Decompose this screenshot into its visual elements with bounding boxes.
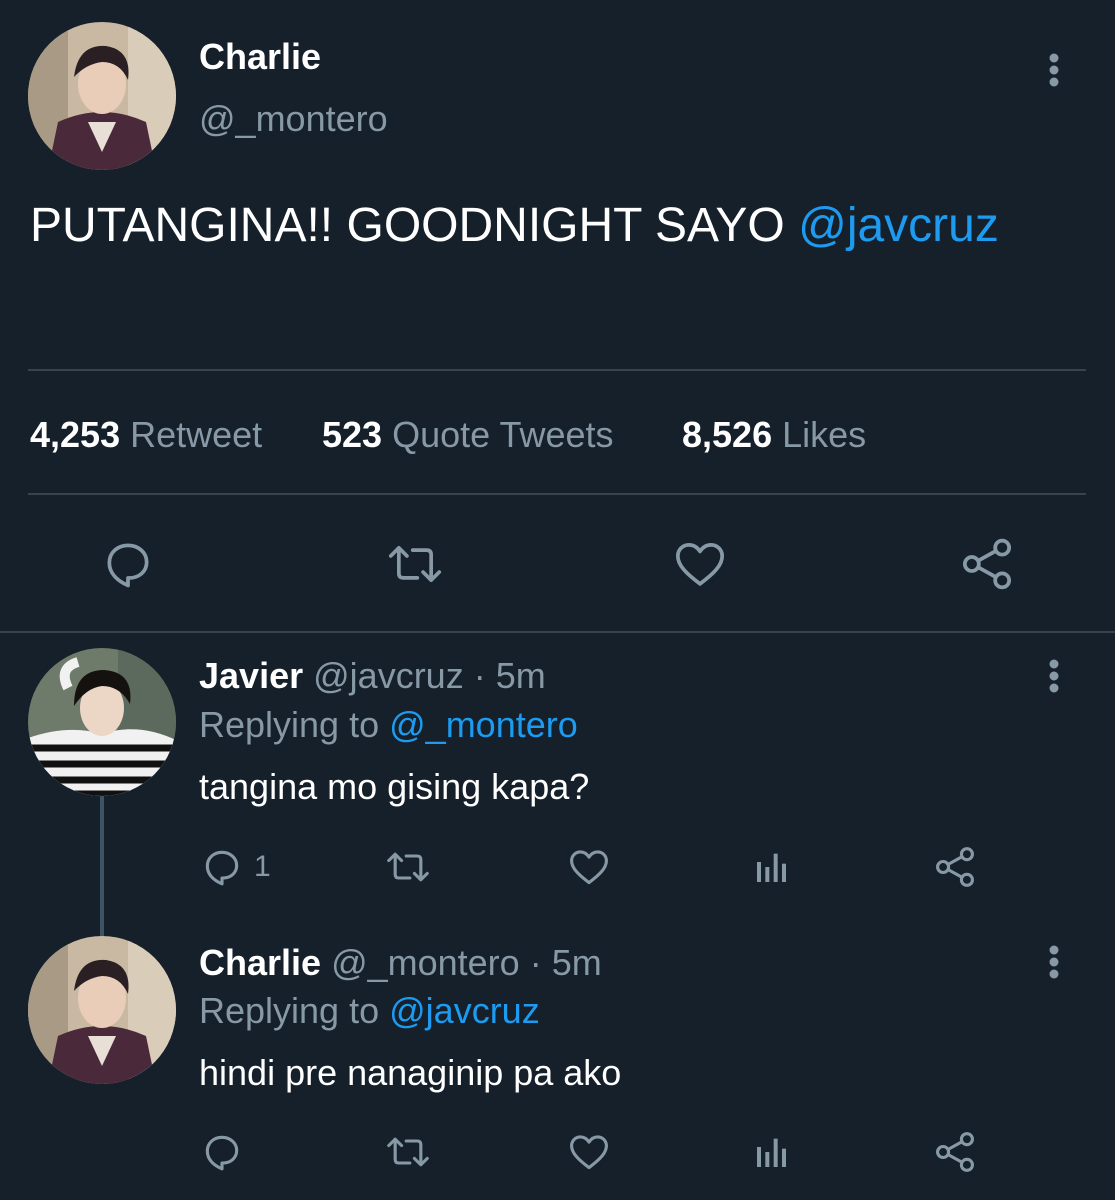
reply-icon (205, 1135, 239, 1171)
replying-to-link[interactable]: @_montero (389, 704, 578, 745)
likes-label: Likes (782, 414, 867, 455)
reply-text: hindi pre nanaginip pa ako (199, 1052, 622, 1093)
author-name[interactable]: Charlie (199, 36, 321, 78)
quotes-label: Quote Tweets (392, 414, 614, 455)
retweet-icon (388, 546, 442, 582)
quotes-count: 523 (322, 414, 383, 455)
more-vertical-icon (1049, 659, 1059, 693)
reply-count: 1 (254, 850, 271, 883)
reply-replying-to: Replying to @_montero (199, 704, 578, 746)
share-icon (936, 1132, 974, 1172)
replying-to-link[interactable]: @javcruz (389, 990, 540, 1031)
more-vertical-icon (1049, 53, 1059, 87)
reply-more-options-button[interactable] (1042, 942, 1066, 982)
reply-author-name[interactable]: Javier (199, 655, 303, 696)
author-avatar[interactable] (28, 22, 176, 170)
quotes-stat[interactable]: 523 Quote Tweets (322, 414, 614, 456)
reply-author-name[interactable]: Charlie (199, 942, 321, 983)
reply-share-button[interactable] (932, 1130, 978, 1174)
reply-button[interactable] (100, 536, 156, 592)
replying-prefix: Replying to (199, 990, 380, 1031)
reply-share-button[interactable] (932, 845, 978, 889)
likes-stat[interactable]: 8,526 Likes (682, 414, 866, 456)
analytics-icon (757, 853, 786, 882)
like-button[interactable] (671, 536, 729, 592)
reply-like-button[interactable] (566, 845, 612, 889)
reply-separator: · (529, 942, 542, 983)
replying-prefix: Replying to (199, 704, 380, 745)
tweet-text: PUTANGINA!! GOODNIGHT SAYO @javcruz (30, 198, 999, 254)
reply-retweet-button[interactable] (384, 845, 432, 889)
reply-separator: · (473, 655, 486, 696)
retweet-button[interactable] (385, 536, 445, 592)
reply-icon (107, 543, 149, 588)
like-icon (675, 543, 725, 586)
reply-icon (205, 850, 239, 886)
share-button[interactable] (958, 536, 1016, 592)
reply-avatar-javier[interactable] (28, 648, 176, 796)
likes-count: 8,526 (682, 414, 773, 455)
author-handle[interactable]: @_montero (199, 98, 388, 140)
tweet-mention-link[interactable]: @javcruz (798, 199, 999, 252)
like-icon (570, 1135, 608, 1170)
reply-analytics-button[interactable] (752, 845, 792, 889)
reply-header: Charlie @_montero · 5m (199, 942, 602, 984)
reply-analytics-button[interactable] (752, 1130, 792, 1174)
reply-like-button[interactable] (566, 1130, 612, 1174)
reply-time[interactable]: 5m (552, 942, 602, 983)
more-vertical-icon (1049, 945, 1059, 979)
reply-author-handle[interactable]: @javcruz (313, 655, 464, 696)
reply-avatar-charlie[interactable] (28, 936, 176, 1084)
reply-author-handle[interactable]: @_montero (331, 942, 520, 983)
reply-replying-to: Replying to @javcruz (199, 990, 540, 1032)
reply-header: Javier @javcruz · 5m (199, 655, 546, 697)
more-options-button[interactable] (1042, 50, 1066, 90)
analytics-icon (757, 1138, 786, 1167)
tweet-body: PUTANGINA!! GOODNIGHT SAYO (30, 199, 799, 252)
share-icon (962, 538, 1012, 590)
retweet-icon (387, 852, 429, 882)
retweets-label: Retweet (130, 414, 263, 455)
retweet-icon (387, 1137, 429, 1167)
stats-top-divider (28, 369, 1086, 371)
retweets-stat[interactable]: 4,253 Retweet (30, 414, 262, 456)
share-icon (936, 847, 974, 887)
reply-reply-button[interactable]: 1 (200, 845, 271, 889)
reply-reply-button[interactable] (200, 1130, 254, 1174)
like-icon (570, 850, 608, 885)
reply-more-options-button[interactable] (1042, 656, 1066, 696)
reply-text: tangina mo gising kapa? (199, 766, 590, 807)
thread-separator (0, 631, 1115, 633)
retweets-count: 4,253 (30, 414, 121, 455)
reply-time[interactable]: 5m (496, 655, 546, 696)
reply-retweet-button[interactable] (384, 1130, 432, 1174)
thread-line (100, 796, 104, 942)
stats-bottom-divider (28, 493, 1086, 495)
